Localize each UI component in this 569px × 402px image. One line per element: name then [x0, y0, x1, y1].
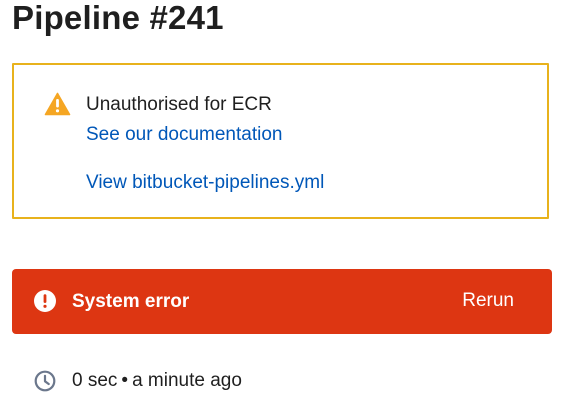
meta-separator: •	[121, 370, 129, 391]
page-title: Pipeline #241	[12, 0, 224, 36]
view-pipelines-yml-link[interactable]: View bitbucket-pipelines.yml	[86, 171, 324, 195]
see-documentation-link[interactable]: See our documentation	[86, 123, 282, 147]
pipeline-meta: 0 sec • a minute ago	[33, 368, 242, 394]
error-circle-icon	[34, 290, 56, 312]
system-error-bar: System error Rerun	[12, 269, 552, 334]
warning-triangle-icon	[44, 92, 71, 116]
clock-icon	[34, 370, 56, 392]
pipeline-time-ago: a minute ago	[132, 370, 242, 391]
warning-message: Unauthorised for ECR	[86, 94, 272, 115]
rerun-button[interactable]: Rerun	[462, 289, 514, 313]
status-label: System error	[72, 291, 190, 312]
warning-panel: Unauthorised for ECR See our documentati…	[12, 63, 549, 219]
pipeline-duration: 0 sec	[72, 370, 118, 391]
